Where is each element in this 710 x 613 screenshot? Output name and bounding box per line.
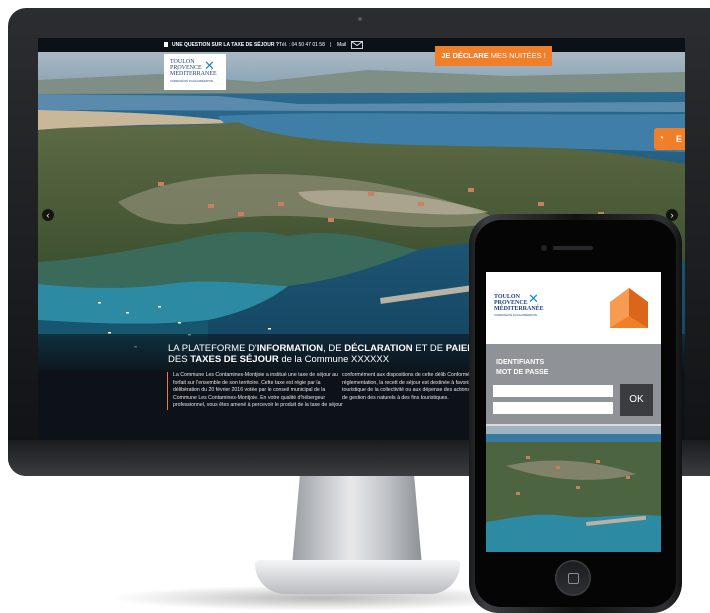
mobile-header: TOULON PROVENCE MÉDITERRANÉE COMMUNAUTÉ … xyxy=(486,272,661,344)
side-tab[interactable]: ◔ E xyxy=(654,128,685,150)
intro-column-1: La Commune Les Contamines-Montjoie a ins… xyxy=(167,372,343,410)
mobile-screen: TOULON PROVENCE MÉDITERRANÉE COMMUNAUTÉ … xyxy=(486,272,661,552)
logo-cross-icon: ✕ xyxy=(204,58,215,73)
monitor-stand xyxy=(292,476,422,566)
identifiants-input[interactable] xyxy=(493,385,613,397)
ok-button[interactable]: OK xyxy=(620,384,653,416)
headline-text-2: , DE xyxy=(323,343,345,354)
topbar-mail[interactable]: Mail xyxy=(337,38,346,52)
declare-light-label: MES NUITÉES ! xyxy=(490,51,546,60)
identifiants-label: IDENTIFIANTS xyxy=(496,359,545,366)
topbar-separator: | xyxy=(330,42,332,48)
slider-prev-button[interactable]: ‹ xyxy=(42,209,54,221)
chevron-left-icon: ‹ xyxy=(46,210,50,220)
headline-bold-1: INFORMATION xyxy=(256,343,324,354)
mobile-logo-tagline: COMMUNAUTÉ D'AGGLOMÉRATION xyxy=(494,314,538,317)
mobile-hero-photo xyxy=(486,426,661,552)
phone-speaker xyxy=(553,246,593,250)
mail-icon[interactable] xyxy=(351,41,363,49)
password-input[interactable] xyxy=(493,402,613,414)
site-logo[interactable]: TOULON PROVENCE MÉDITERRANÉE COMMUNAUTÉ … xyxy=(164,54,226,90)
top-info-bar: UNE QUESTION SUR LA TAXE DE SÉJOUR ? Tél… xyxy=(38,38,685,52)
ear-icon: ◔ xyxy=(658,133,665,144)
headline-bold-4: TAXES DE SÉJOUR xyxy=(190,354,279,365)
declare-bold-label: JE DÉCLARE xyxy=(441,51,489,60)
headline-text-3: ET DE xyxy=(412,343,446,354)
mobile-logo-line-3: MÉDITERRANÉE xyxy=(494,306,544,312)
headline-text-4: DES xyxy=(168,354,191,365)
monitor-base xyxy=(255,560,460,594)
side-tab-label: E xyxy=(676,134,683,144)
headline-text-1: LA PLATEFORME D' xyxy=(168,343,257,354)
mobile-logo-cross-icon: ✕ xyxy=(528,291,539,306)
phone-camera xyxy=(541,245,547,251)
topbar-question[interactable]: UNE QUESTION SUR LA TAXE DE SÉJOUR ? xyxy=(172,38,279,52)
password-label: MOT DE PASSE xyxy=(496,369,549,376)
chevron-right-icon: › xyxy=(670,210,674,220)
headline-bold-2: DÉCLARATION xyxy=(344,343,413,354)
logo-tagline: COMMUNAUTÉ D'AGGLOMÉRATION xyxy=(170,80,214,83)
monitor-camera xyxy=(358,17,362,21)
declare-nights-button[interactable]: JE DÉCLARE MES NUITÉES ! xyxy=(435,46,552,66)
question-square-icon xyxy=(164,42,168,47)
house-icon xyxy=(610,288,648,328)
topbar-phone[interactable]: Tél. : 04 50 47 01 58 xyxy=(279,38,325,52)
home-button-icon xyxy=(568,573,579,584)
headline-text-5: de la Commune XXXXXX xyxy=(278,354,390,365)
